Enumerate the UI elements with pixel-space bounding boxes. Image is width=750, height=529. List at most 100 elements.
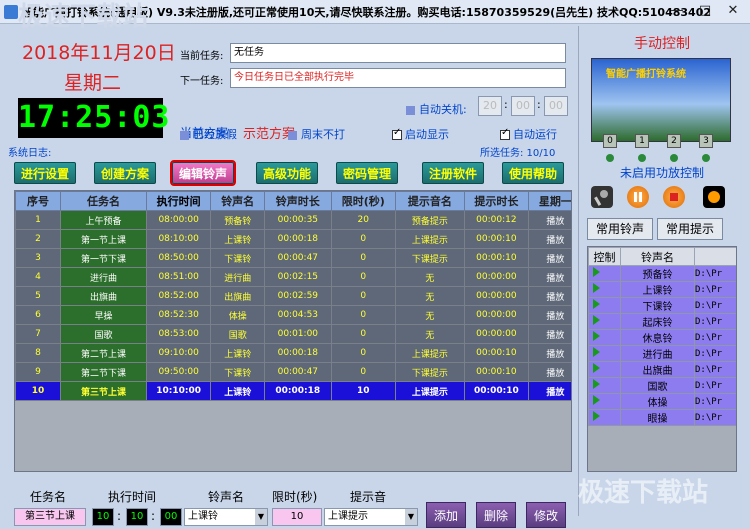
table-row[interactable]: 3 第一节下课 08:50:00 下课铃 00:00:47 0 下课提示 00:00:10 播放… bbox=[15, 248, 571, 268]
list-item[interactable]: 国歌 D:\Pr bbox=[588, 377, 736, 394]
auto-shutdown-option[interactable]: 自动关机: bbox=[406, 101, 467, 117]
play-icon[interactable] bbox=[588, 329, 621, 346]
play-icon[interactable] bbox=[593, 395, 600, 405]
chevron-down-icon[interactable]: ▼ bbox=[405, 509, 417, 525]
table-row[interactable]: 5出旗曲08:52:00出旗曲00:02:590无00:00:00播放播放 bbox=[15, 286, 571, 306]
pause-icon[interactable] bbox=[627, 186, 649, 208]
col-header[interactable]: 序号 bbox=[15, 191, 62, 211]
channel-button[interactable]: 2 bbox=[667, 134, 681, 148]
list-item[interactable]: 休息铃 D:\Pr bbox=[588, 329, 736, 346]
minimize-button[interactable]: — bbox=[664, 2, 690, 20]
common-prompts-button[interactable]: 常用提示 bbox=[657, 218, 723, 240]
play-icon[interactable] bbox=[593, 331, 600, 341]
chevron-down-icon[interactable]: ▼ bbox=[255, 509, 267, 525]
watermark-text: 极速下载站 bbox=[18, 2, 149, 32]
channel-button[interactable]: 0 bbox=[603, 134, 617, 148]
stop-icon[interactable] bbox=[663, 186, 685, 208]
play-icon[interactable] bbox=[593, 315, 600, 325]
delete-button[interactable]: 删除 bbox=[476, 502, 516, 528]
startup-show-option[interactable]: 启动显示 bbox=[392, 126, 449, 142]
col-header[interactable]: 铃声名 bbox=[210, 191, 266, 211]
help-button[interactable]: 使用帮助 bbox=[502, 162, 564, 184]
play-icon[interactable] bbox=[588, 393, 621, 410]
channel-button[interactable]: 1 bbox=[635, 134, 649, 148]
task-name-input[interactable]: 第三节上课 bbox=[14, 508, 86, 526]
col-header: 铃声名 bbox=[620, 247, 695, 266]
play-icon[interactable] bbox=[588, 281, 621, 298]
play-icon[interactable] bbox=[588, 313, 621, 330]
play-icon[interactable] bbox=[593, 379, 600, 389]
list-item[interactable]: 起床铃 D:\Pr bbox=[588, 313, 736, 330]
list-item[interactable]: 体操 D:\Pr bbox=[588, 393, 736, 410]
play-icon[interactable] bbox=[588, 265, 621, 282]
table-cell: 上午预备 bbox=[60, 210, 147, 230]
play-icon[interactable] bbox=[593, 267, 600, 277]
record-icon[interactable] bbox=[703, 186, 725, 208]
col-header[interactable]: 限时(秒) bbox=[330, 191, 396, 211]
list-item[interactable]: 出旗曲 D:\Pr bbox=[588, 361, 736, 378]
modify-button[interactable]: 修改 bbox=[526, 502, 566, 528]
shutdown-second-field[interactable]: 00 bbox=[544, 96, 568, 116]
prompt-select[interactable]: 上课提示 ▼ bbox=[324, 508, 418, 526]
register-button[interactable]: 注册软件 bbox=[422, 162, 484, 184]
play-icon[interactable] bbox=[588, 377, 621, 394]
col-header[interactable]: 任务名 bbox=[60, 191, 147, 211]
shutdown-hour-field[interactable]: 20 bbox=[478, 96, 502, 116]
exec-hour-input[interactable]: 10 bbox=[92, 508, 114, 526]
table-row[interactable]: 2 第一节上课 08:10:00 上课铃 00:00:18 0 上课提示 00:00:10 播放… bbox=[15, 229, 571, 249]
list-item[interactable]: 下课铃 D:\Pr bbox=[588, 297, 736, 314]
table-cell: 10:10:00 bbox=[145, 381, 212, 401]
holiday-option[interactable]: 已经放假 bbox=[180, 126, 237, 142]
table-cell: 预备提示 bbox=[394, 210, 465, 230]
col-header[interactable]: 星期一 bbox=[528, 191, 571, 211]
table-row[interactable]: 4进行曲08:51:00进行曲00:02:150无00:00:00播放播放 bbox=[15, 267, 571, 287]
advanced-button[interactable]: 高级功能 bbox=[256, 162, 318, 184]
channel-button[interactable]: 3 bbox=[699, 134, 713, 148]
col-header[interactable]: 执行时间 bbox=[145, 191, 212, 211]
microphone-icon[interactable] bbox=[591, 186, 613, 208]
list-item[interactable]: 上课铃 D:\Pr bbox=[588, 281, 736, 298]
maximize-button[interactable]: □ bbox=[692, 2, 718, 20]
table-row[interactable]: 8 第二节上课 09:10:00 上课铃 00:00:18 0 上课提示 00:00:10 播放… bbox=[15, 343, 571, 363]
list-item[interactable]: 眼操 D:\Pr bbox=[588, 409, 736, 426]
play-icon[interactable] bbox=[593, 283, 600, 293]
shutdown-minute-field[interactable]: 00 bbox=[511, 96, 535, 116]
table-cell: 下课提示 bbox=[394, 248, 465, 268]
checkbox-checked-icon[interactable] bbox=[500, 127, 510, 140]
checkbox-checked-icon[interactable] bbox=[392, 127, 402, 140]
bell-select[interactable]: 上课铃 ▼ bbox=[184, 508, 268, 526]
table-row[interactable]: 7国歌08:53:00国歌00:01:000无00:00:00播放播放 bbox=[15, 324, 571, 344]
create-scheme-button[interactable]: 创建方案 bbox=[94, 162, 156, 184]
settings-button[interactable]: 进行设置 bbox=[14, 162, 76, 184]
password-button[interactable]: 密码管理 bbox=[336, 162, 398, 184]
play-icon[interactable] bbox=[588, 345, 621, 362]
bell-list[interactable]: 控制 铃声名 音 预备铃D:\Pr上课铃D:\Pr下课铃D:\Pr起床铃D:\P… bbox=[587, 246, 737, 472]
limit-input[interactable]: 10 bbox=[272, 508, 322, 526]
table-cell: 上课铃 bbox=[210, 343, 266, 363]
table-row[interactable]: 10 第三节上课 10:10:00 上课铃 00:00:18 10 上课提示 00:00:10… bbox=[15, 381, 571, 401]
col-header[interactable]: 提示时长 bbox=[463, 191, 530, 211]
weekend-option[interactable]: 周末不打 bbox=[288, 126, 345, 142]
exec-second-input[interactable]: 00 bbox=[160, 508, 182, 526]
play-icon[interactable] bbox=[593, 363, 600, 373]
add-button[interactable]: 添加 bbox=[426, 502, 466, 528]
auto-run-option[interactable]: 自动运行 bbox=[500, 126, 557, 142]
play-icon[interactable] bbox=[593, 299, 600, 309]
close-button[interactable]: ✕ bbox=[720, 2, 746, 20]
play-icon[interactable] bbox=[588, 361, 621, 378]
table-row[interactable]: 9 第二节下课 09:50:00 下课铃 00:00:47 0 下课提示 00:00:10 播放… bbox=[15, 362, 571, 382]
table-row[interactable]: 6早操08:52:30体操00:04:530无00:00:00播放播放 bbox=[15, 305, 571, 325]
edit-bells-button[interactable]: 编辑铃声 bbox=[170, 160, 236, 186]
table-row[interactable]: 1 上午预备 08:00:00 预备铃 00:00:35 20 预备提示 00:00:12 播放… bbox=[15, 210, 571, 230]
exec-minute-input[interactable]: 10 bbox=[126, 508, 148, 526]
col-header[interactable]: 铃声时长 bbox=[264, 191, 332, 211]
list-item[interactable]: 预备铃 D:\Pr bbox=[588, 265, 736, 282]
list-item[interactable]: 进行曲 D:\Pr bbox=[588, 345, 736, 362]
task-table[interactable]: 序号 任务名 执行时间 铃声名 铃声时长 限时(秒) 提示音名 提示时长 星期一… bbox=[14, 190, 572, 472]
common-bells-button[interactable]: 常用铃声 bbox=[587, 218, 653, 240]
play-icon[interactable] bbox=[593, 347, 600, 357]
play-icon[interactable] bbox=[588, 409, 621, 426]
col-header[interactable]: 提示音名 bbox=[394, 191, 465, 211]
play-icon[interactable] bbox=[593, 411, 600, 421]
play-icon[interactable] bbox=[588, 297, 621, 314]
